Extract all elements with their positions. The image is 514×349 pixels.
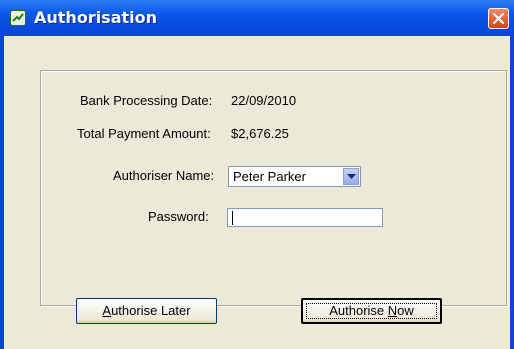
authoriser-name-label: Authoriser Name: xyxy=(113,168,215,183)
title-bar[interactable]: Authorisation xyxy=(0,0,514,36)
window-title: Authorisation xyxy=(34,8,158,27)
text-caret xyxy=(232,211,233,225)
authorise-now-label: Authorise Now xyxy=(329,303,414,318)
authorise-later-button[interactable]: Authorise Later xyxy=(76,298,217,324)
bank-processing-date-label: Bank Processing Date: xyxy=(80,93,213,108)
password-input[interactable] xyxy=(227,208,383,227)
close-button[interactable] xyxy=(488,8,509,29)
password-label: Password: xyxy=(148,209,209,224)
window-app-icon xyxy=(10,10,26,26)
authorise-now-button[interactable]: Authorise Now xyxy=(301,298,442,324)
authorise-later-label: Authorise Later xyxy=(102,303,191,318)
bank-processing-date-value: 22/09/2010 xyxy=(231,93,297,108)
total-payment-amount-value: $2,676.25 xyxy=(231,126,289,141)
authoriser-name-value: Peter Parker xyxy=(233,169,306,184)
authoriser-name-select[interactable]: Peter Parker xyxy=(228,166,361,187)
total-payment-amount-label: Total Payment Amount: xyxy=(77,126,211,141)
authoriser-dropdown-button[interactable] xyxy=(343,168,359,185)
dialog-body: Bank Processing Date: 22/09/2010 Total P… xyxy=(4,36,510,349)
authorisation-dialog: Authorisation Bank Processing Date: 22/0… xyxy=(0,0,514,349)
